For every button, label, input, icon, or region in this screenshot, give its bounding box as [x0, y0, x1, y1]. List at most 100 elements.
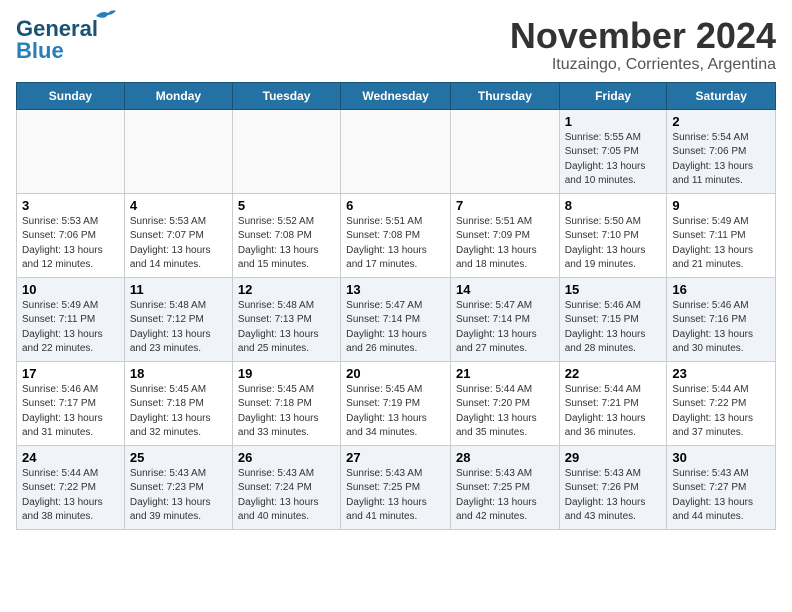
calendar-cell: 27Sunrise: 5:43 AM Sunset: 7:25 PM Dayli…: [341, 445, 451, 529]
calendar-cell: 14Sunrise: 5:47 AM Sunset: 7:14 PM Dayli…: [450, 277, 559, 361]
calendar-cell: 10 Sunrise: 5:49 AM Sunset: 7:11 PM Dayli…: [17, 277, 125, 361]
day-number: 14: [456, 282, 554, 297]
calendar-cell: 26 Sunrise: 5:43 AM Sunset: 7:24 PM Dayli…: [232, 445, 340, 529]
day-number: 22: [565, 366, 662, 381]
day-info: Sunrise: 5:43 AM Sunset: 7:23 PM Dayligh…: [130, 467, 227, 525]
calendar-cell: 20 Sunrise: 5:45 AM Sunset: 7:19 PM Dayli…: [341, 361, 451, 445]
weekday-header-thursday: Thursday: [450, 82, 559, 109]
day-info: Sunrise: 5:50 AM Sunset: 7:10 PM Dayligh…: [565, 215, 662, 273]
day-info: Sunrise: 5:43 AM Sunset: 7:24 PM Dayligh…: [238, 467, 335, 525]
calendar-cell: 15 Sunrise: 5:46 AM Sunset: 7:15 PM Dayli…: [559, 277, 667, 361]
day-info: Sunrise: 5:43 AM Sunset: 7:25 PM Dayligh…: [456, 467, 554, 525]
day-info: Sunrise: 5:48 AM Sunset: 7:13 PM Dayligh…: [238, 299, 335, 357]
calendar-cell: 23 Sunrise: 5:44 AM Sunset: 7:22 PM Dayli…: [667, 361, 776, 445]
day-info: Sunrise: 5:44 AM Sunset: 7:22 PM Dayligh…: [22, 467, 119, 525]
day-number: 5: [238, 198, 335, 213]
calendar-cell: 12 Sunrise: 5:48 AM Sunset: 7:13 PM Dayli…: [232, 277, 340, 361]
logo-bird-icon: [94, 8, 116, 24]
day-number: 29: [565, 450, 662, 465]
calendar-cell: 17 Sunrise: 5:46 AM Sunset: 7:17 PM Dayli…: [17, 361, 125, 445]
day-number: 7: [456, 198, 554, 213]
day-info: Sunrise: 5:48 AM Sunset: 7:12 PM Dayligh…: [130, 299, 227, 357]
day-number: 10: [22, 282, 119, 297]
day-number: 2: [672, 114, 770, 129]
day-info: Sunrise: 5:43 AM Sunset: 7:27 PM Dayligh…: [672, 467, 770, 525]
calendar-cell: [232, 109, 340, 193]
calendar-cell: 11 Sunrise: 5:48 AM Sunset: 7:12 PM Dayli…: [124, 277, 232, 361]
day-info: Sunrise: 5:44 AM Sunset: 7:21 PM Dayligh…: [565, 383, 662, 441]
day-info: Sunrise: 5:44 AM Sunset: 7:20 PM Dayligh…: [456, 383, 554, 441]
logo: General Blue: [16, 16, 98, 64]
day-number: 12: [238, 282, 335, 297]
calendar-cell: 7 Sunrise: 5:51 AM Sunset: 7:09 PM Daylig…: [450, 193, 559, 277]
month-title: November 2024: [510, 16, 776, 56]
calendar-cell: 28Sunrise: 5:43 AM Sunset: 7:25 PM Dayli…: [450, 445, 559, 529]
calendar-cell: 30 Sunrise: 5:43 AM Sunset: 7:27 PM Dayli…: [667, 445, 776, 529]
calendar-cell: 1Sunrise: 5:55 AM Sunset: 7:05 PM Daylig…: [559, 109, 667, 193]
day-number: 26: [238, 450, 335, 465]
day-number: 23: [672, 366, 770, 381]
day-info: Sunrise: 5:43 AM Sunset: 7:25 PM Dayligh…: [346, 467, 445, 525]
day-number: 24: [22, 450, 119, 465]
day-number: 8: [565, 198, 662, 213]
day-info: Sunrise: 5:49 AM Sunset: 7:11 PM Dayligh…: [672, 215, 770, 273]
calendar-cell: [124, 109, 232, 193]
day-number: 16: [672, 282, 770, 297]
day-info: Sunrise: 5:43 AM Sunset: 7:26 PM Dayligh…: [565, 467, 662, 525]
day-info: Sunrise: 5:53 AM Sunset: 7:06 PM Dayligh…: [22, 215, 119, 273]
day-info: Sunrise: 5:49 AM Sunset: 7:11 PM Dayligh…: [22, 299, 119, 357]
location: Ituzaingo, Corrientes, Argentina: [510, 56, 776, 74]
logo-general: General: [16, 16, 98, 41]
weekday-header-wednesday: Wednesday: [341, 82, 451, 109]
calendar-cell: 13Sunrise: 5:47 AM Sunset: 7:14 PM Dayli…: [341, 277, 451, 361]
day-info: Sunrise: 5:46 AM Sunset: 7:16 PM Dayligh…: [672, 299, 770, 357]
calendar-cell: 9 Sunrise: 5:49 AM Sunset: 7:11 PM Daylig…: [667, 193, 776, 277]
weekday-header-saturday: Saturday: [667, 82, 776, 109]
day-number: 25: [130, 450, 227, 465]
day-info: Sunrise: 5:52 AM Sunset: 7:08 PM Dayligh…: [238, 215, 335, 273]
calendar-cell: 25 Sunrise: 5:43 AM Sunset: 7:23 PM Dayli…: [124, 445, 232, 529]
day-info: Sunrise: 5:51 AM Sunset: 7:08 PM Dayligh…: [346, 215, 445, 273]
day-info: Sunrise: 5:46 AM Sunset: 7:15 PM Dayligh…: [565, 299, 662, 357]
day-number: 6: [346, 198, 445, 213]
day-number: 11: [130, 282, 227, 297]
calendar-cell: 29 Sunrise: 5:43 AM Sunset: 7:26 PM Dayli…: [559, 445, 667, 529]
day-info: Sunrise: 5:45 AM Sunset: 7:19 PM Dayligh…: [346, 383, 445, 441]
day-number: 9: [672, 198, 770, 213]
calendar-cell: 6 Sunrise: 5:51 AM Sunset: 7:08 PM Daylig…: [341, 193, 451, 277]
day-number: 15: [565, 282, 662, 297]
calendar-cell: 8 Sunrise: 5:50 AM Sunset: 7:10 PM Daylig…: [559, 193, 667, 277]
day-info: Sunrise: 5:45 AM Sunset: 7:18 PM Dayligh…: [238, 383, 335, 441]
calendar-cell: 4 Sunrise: 5:53 AM Sunset: 7:07 PM Daylig…: [124, 193, 232, 277]
calendar-cell: [17, 109, 125, 193]
calendar-cell: 18 Sunrise: 5:45 AM Sunset: 7:18 PM Dayli…: [124, 361, 232, 445]
day-number: 19: [238, 366, 335, 381]
title-area: November 2024 Ituzaingo, Corrientes, Arg…: [510, 16, 776, 74]
calendar-cell: 16 Sunrise: 5:46 AM Sunset: 7:16 PM Dayli…: [667, 277, 776, 361]
day-number: 1: [565, 114, 662, 129]
calendar-cell: 22 Sunrise: 5:44 AM Sunset: 7:21 PM Dayli…: [559, 361, 667, 445]
day-number: 20: [346, 366, 445, 381]
day-number: 18: [130, 366, 227, 381]
weekday-header-tuesday: Tuesday: [232, 82, 340, 109]
day-info: Sunrise: 5:51 AM Sunset: 7:09 PM Dayligh…: [456, 215, 554, 273]
day-number: 21: [456, 366, 554, 381]
day-number: 17: [22, 366, 119, 381]
day-info: Sunrise: 5:47 AM Sunset: 7:14 PM Dayligh…: [346, 299, 445, 357]
calendar-cell: 24 Sunrise: 5:44 AM Sunset: 7:22 PM Dayli…: [17, 445, 125, 529]
calendar-cell: 2 Sunrise: 5:54 AM Sunset: 7:06 PM Daylig…: [667, 109, 776, 193]
day-info: Sunrise: 5:54 AM Sunset: 7:06 PM Dayligh…: [672, 131, 770, 189]
calendar-cell: 19 Sunrise: 5:45 AM Sunset: 7:18 PM Dayli…: [232, 361, 340, 445]
day-number: 3: [22, 198, 119, 213]
calendar-cell: 21 Sunrise: 5:44 AM Sunset: 7:20 PM Dayli…: [450, 361, 559, 445]
day-info: Sunrise: 5:44 AM Sunset: 7:22 PM Dayligh…: [672, 383, 770, 441]
day-info: Sunrise: 5:46 AM Sunset: 7:17 PM Dayligh…: [22, 383, 119, 441]
day-number: 4: [130, 198, 227, 213]
day-info: Sunrise: 5:45 AM Sunset: 7:18 PM Dayligh…: [130, 383, 227, 441]
calendar-cell: 3 Sunrise: 5:53 AM Sunset: 7:06 PM Daylig…: [17, 193, 125, 277]
calendar-cell: 5 Sunrise: 5:52 AM Sunset: 7:08 PM Daylig…: [232, 193, 340, 277]
weekday-header-monday: Monday: [124, 82, 232, 109]
day-info: Sunrise: 5:53 AM Sunset: 7:07 PM Dayligh…: [130, 215, 227, 273]
calendar-table: SundayMondayTuesdayWednesdayThursdayFrid…: [16, 82, 776, 530]
day-number: 30: [672, 450, 770, 465]
